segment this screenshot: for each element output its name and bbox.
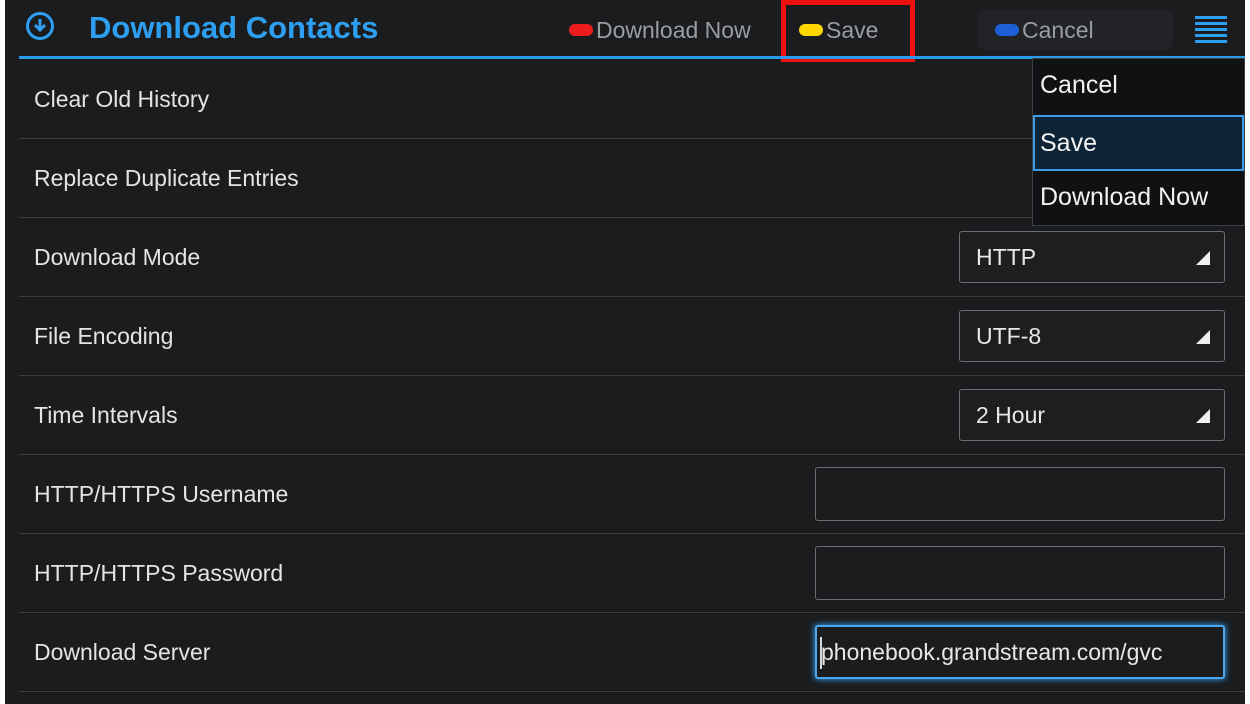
overflow-menu: Cancel Save Download Now — [1032, 58, 1245, 226]
setting-label: Download Server — [34, 639, 211, 665]
password-input[interactable] — [815, 546, 1225, 600]
file-encoding-spinner[interactable]: UTF-8 — [959, 310, 1225, 362]
download-mode-spinner[interactable]: HTTP — [959, 231, 1225, 283]
download-circle-icon[interactable] — [26, 12, 54, 40]
spinner-value: UTF-8 — [976, 323, 1042, 349]
setting-row-download-server: Download Server phonebook.grandstream.co… — [19, 613, 1245, 692]
menu-item-download-now[interactable]: Download Now — [1033, 171, 1244, 227]
setting-label: Download Mode — [34, 244, 201, 270]
setting-label: File Encoding — [34, 323, 174, 349]
setting-label: Clear Old History — [34, 86, 210, 112]
setting-row-download-mode: Download Mode HTTP — [19, 218, 1245, 297]
setting-label: Replace Duplicate Entries — [34, 165, 299, 191]
red-key-icon — [569, 24, 593, 36]
spinner-arrow-icon — [1196, 409, 1210, 423]
download-now-button[interactable]: Download Now — [569, 14, 751, 46]
page-title: Download Contacts — [89, 10, 379, 45]
cancel-label: Cancel — [1022, 16, 1094, 43]
setting-row-file-encoding: File Encoding UTF-8 — [19, 297, 1245, 376]
spinner-value: HTTP — [976, 244, 1037, 270]
spinner-arrow-icon — [1196, 330, 1210, 344]
spinner-value: 2 Hour — [976, 402, 1046, 428]
username-input[interactable] — [815, 467, 1225, 521]
setting-row-username: HTTP/HTTPS Username — [19, 455, 1245, 534]
save-highlight-box — [781, 0, 915, 62]
blue-key-icon — [995, 24, 1019, 36]
download-server-input[interactable]: phonebook.grandstream.com/gvc — [815, 625, 1225, 679]
spinner-arrow-icon — [1196, 251, 1210, 265]
setting-label: Time Intervals — [34, 402, 178, 428]
setting-row-time-intervals: Time Intervals 2 Hour — [19, 376, 1245, 455]
action-bar: Download Contacts Download Now Save Canc… — [5, 0, 1245, 62]
menu-item-save[interactable]: Save — [1033, 115, 1244, 171]
download-now-label: Download Now — [596, 16, 751, 43]
input-value: phonebook.grandstream.com/gvc — [821, 639, 1163, 665]
setting-row-password: HTTP/HTTPS Password — [19, 534, 1245, 613]
setting-label: HTTP/HTTPS Username — [34, 481, 289, 507]
screen: Download Contacts Download Now Save Canc… — [5, 0, 1245, 704]
setting-label: HTTP/HTTPS Password — [34, 560, 284, 586]
cancel-button[interactable]: Cancel — [995, 14, 1094, 46]
menu-item-cancel[interactable]: Cancel — [1033, 59, 1244, 115]
menu-icon[interactable] — [1195, 16, 1227, 44]
time-intervals-spinner[interactable]: 2 Hour — [959, 389, 1225, 441]
